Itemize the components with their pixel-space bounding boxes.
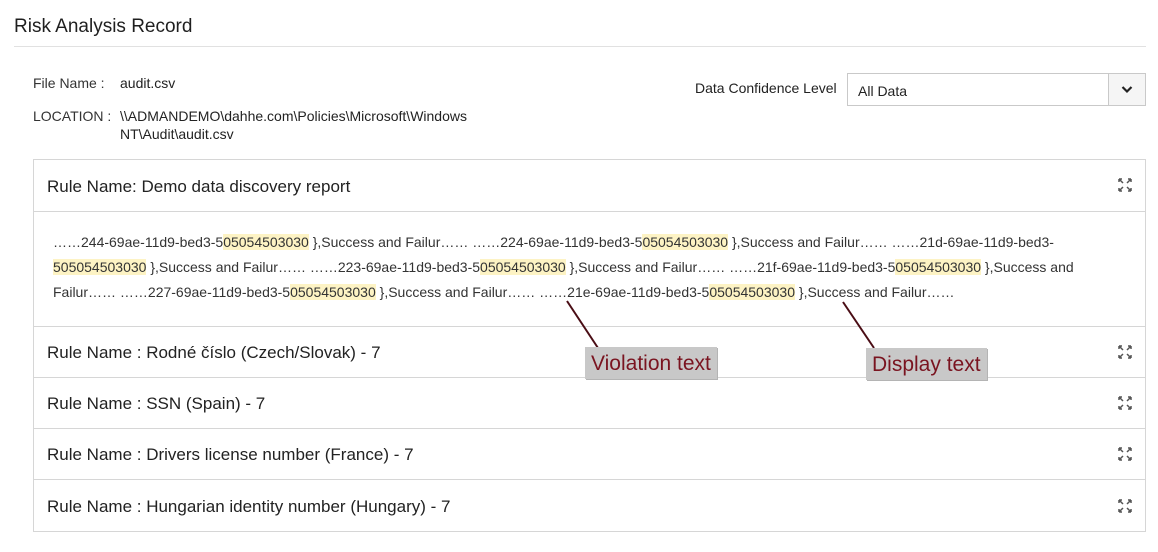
- file-name-value: audit.csv: [120, 75, 176, 91]
- display-text-callout: Display text: [866, 348, 987, 380]
- location-value-line1: \\ADMANDEMO\dahhe.com\Policies\Microsoft…: [120, 108, 467, 124]
- expand-icon[interactable]: [1118, 178, 1132, 192]
- expand-icon[interactable]: [1118, 396, 1132, 410]
- confidence-select[interactable]: All Data: [847, 73, 1146, 106]
- file-name-label: File Name :: [33, 75, 105, 91]
- rule-panel-header[interactable]: Rule Name: Demo data discovery report: [33, 159, 1146, 212]
- match-item: ……223-69ae-11d9-bed3-505054503030 },Succ…: [309, 259, 730, 275]
- rule-panel-body: ……244-69ae-11d9-bed3-505054503030 },Succ…: [33, 211, 1146, 326]
- rule-title: Rule Name: Demo data discovery report: [47, 177, 351, 196]
- rule-title: Rule Name : Hungarian identity number (H…: [47, 497, 451, 516]
- rule-panel-header[interactable]: Rule Name : Hungarian identity number (H…: [33, 479, 1146, 532]
- match-item: ……244-69ae-11d9-bed3-505054503030 },Succ…: [53, 234, 473, 250]
- rule-title: Rule Name : Drivers license number (Fran…: [47, 445, 414, 464]
- violation-highlight: 05054503030: [709, 284, 795, 300]
- violation-text-callout: Violation text: [585, 347, 717, 379]
- confidence-select-value: All Data: [858, 83, 908, 99]
- expand-icon[interactable]: [1118, 499, 1132, 513]
- expand-icon[interactable]: [1118, 447, 1132, 461]
- rule-title: Rule Name : Rodné číslo (Czech/Slovak) -…: [47, 343, 381, 362]
- chevron-down-icon: [1121, 86, 1133, 94]
- title-divider: [14, 46, 1146, 47]
- location-label: LOCATION :: [33, 108, 112, 124]
- violation-highlight: 05054503030: [642, 234, 729, 250]
- dropdown-button[interactable]: [1108, 74, 1145, 105]
- violation-highlight: 05054503030: [480, 259, 566, 275]
- match-text: ……244-69ae-11d9-bed3-505054503030 },Succ…: [53, 230, 1123, 305]
- rule-panel-header[interactable]: Rule Name : SSN (Spain) - 7: [33, 377, 1146, 429]
- match-item: ……224-69ae-11d9-bed3-505054503030 },Succ…: [472, 234, 892, 250]
- match-item: ……227-69ae-11d9-bed3-505054503030 },Succ…: [119, 284, 540, 300]
- violation-highlight: 05054503030: [290, 284, 376, 300]
- violation-highlight: 05054503030: [223, 234, 309, 250]
- match-item: ……21e-69ae-11d9-bed3-505054503030 },Succ…: [539, 284, 955, 300]
- violation-highlight: 505054503030: [53, 259, 147, 275]
- location-value-line2: NT\Audit\audit.csv: [120, 126, 234, 142]
- confidence-label: Data Confidence Level: [695, 80, 837, 96]
- violation-highlight: 05054503030: [895, 259, 982, 275]
- rule-title: Rule Name : SSN (Spain) - 7: [47, 394, 266, 413]
- expand-icon[interactable]: [1118, 345, 1132, 359]
- rule-panel-header[interactable]: Rule Name : Drivers license number (Fran…: [33, 428, 1146, 480]
- page-title: Risk Analysis Record: [14, 16, 193, 37]
